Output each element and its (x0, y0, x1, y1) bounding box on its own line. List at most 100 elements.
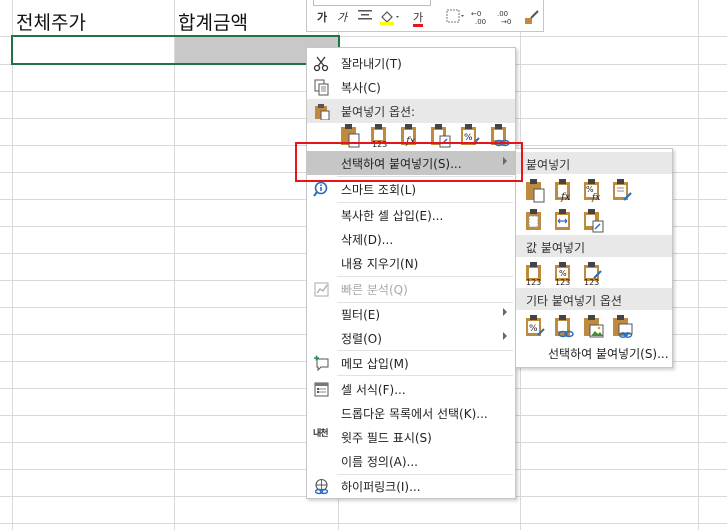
menu-item-label: 이름 정의(A)... (341, 455, 418, 469)
sub-badge-fx: fx (560, 192, 571, 203)
context-menu: 잘라내기(T) 복사(C) 붙여넣기 옵션: 123 fx % 선택하여 붙여넣… (306, 47, 516, 499)
menu-item-label: 빠른 분석(Q) (341, 283, 408, 297)
paste-special-dialog-link[interactable]: 선택하여 붙여넣기(S)... (548, 345, 669, 362)
sub-paste-no-borders-icon[interactable] (524, 209, 546, 233)
sub-paste-values-numformat-icon[interactable]: %123 (553, 262, 575, 286)
menu-item-label: 스마트 조회(L) (341, 183, 417, 197)
sub-badge-123: 123 (555, 278, 570, 286)
menu-item-format-cells[interactable]: 셀 서식(F)... (307, 377, 515, 401)
copy-icon (314, 79, 329, 96)
menu-item-insert-copied-cells[interactable]: 복사한 셀 삽입(E)... (307, 203, 515, 227)
sub-paste-formulas-icon[interactable]: fx (553, 179, 575, 203)
menu-divider (337, 375, 513, 376)
decrease-decimal-button[interactable]: .00 →0 (497, 9, 519, 27)
sub-paste-column-widths-icon[interactable] (553, 209, 575, 233)
menu-item-label: 내용 지우기(N) (341, 257, 419, 271)
menu-item-label: 메모 삽입(M) (341, 357, 409, 371)
gridline (174, 0, 175, 530)
cell-a-header[interactable]: 전체주가 (16, 8, 86, 35)
menu-item-show-phonetic[interactable]: 내천 윗주 필드 표시(S) (307, 425, 515, 449)
sub-paste-transpose-icon[interactable] (582, 209, 604, 233)
cell-b-header[interactable]: 합계금액 (178, 8, 248, 35)
italic-button[interactable]: 가 (335, 9, 349, 27)
format-cells-icon (314, 382, 329, 397)
menu-item-label: 잘라내기(T) (341, 57, 402, 71)
sub-paste-formatting-icon[interactable]: % (524, 315, 546, 339)
quick-analysis-icon (314, 282, 329, 297)
menu-item-insert-comment[interactable]: 메모 삽입(M) (307, 351, 515, 375)
menu-item-hyperlink[interactable]: 하이퍼링크(I)... (307, 474, 515, 498)
menu-item-label: 셀 서식(F)... (341, 383, 406, 397)
submenu-header-label: 기타 붙여넣기 옵션 (526, 294, 622, 308)
menu-item-label: 복사(C) (341, 81, 381, 95)
borders-button[interactable] (445, 9, 465, 27)
sub-paste-link-icon[interactable] (553, 315, 575, 339)
sub-badge-fx: fx (591, 193, 600, 203)
submenu-header-paste-values: 값 붙여넣기 (516, 235, 672, 257)
selected-range[interactable] (11, 35, 340, 65)
paste-icon (315, 104, 330, 120)
svg-text:←0: ←0 (471, 10, 481, 18)
menu-item-label: 드롭다운 목록에서 선택(K)... (341, 407, 488, 421)
menu-item-label: 필터(E) (341, 308, 381, 322)
borders-icon (446, 9, 464, 23)
menu-item-pick-from-dropdown[interactable]: 드롭다운 목록에서 선택(K)... (307, 401, 515, 425)
menu-item-clear-contents[interactable]: 내용 지우기(N) (307, 251, 515, 275)
gridline (0, 523, 727, 524)
menu-item-copy[interactable]: 복사(C) (307, 75, 515, 99)
font-color-label: 가 (412, 12, 424, 27)
smart-lookup-icon (313, 181, 328, 197)
increase-decimal-icon: ←0.00 (471, 10, 486, 26)
bold-button[interactable]: 가 (315, 9, 329, 27)
font-color-button[interactable]: 가 (407, 9, 429, 27)
paste-special-submenu: 붙여넣기 fx % fx 값 붙여넣기 123 % 123 123 기타 붙여넣기 … (515, 148, 673, 368)
increase-decimal-button[interactable]: ←0.00 (471, 9, 493, 27)
sub-paste-linked-picture-icon[interactable] (611, 315, 633, 339)
sub-paste-keep-source-icon[interactable] (611, 179, 633, 203)
align-center-button[interactable] (357, 9, 373, 27)
hyperlink-icon (314, 478, 329, 495)
menu-item-label: 복사한 셀 삽입(E)... (341, 209, 444, 223)
highlight-annotation (295, 142, 523, 182)
sub-paste-icon[interactable] (524, 179, 546, 203)
fill-color-button[interactable] (379, 9, 401, 27)
decrease-decimal-icon: .00→0 (497, 10, 511, 26)
sub-badge-pct: % (559, 269, 567, 278)
font-size-box[interactable] (313, 0, 431, 6)
menu-item-label: 붙여넣기 옵션: (341, 105, 416, 119)
submenu-header-other-paste: 기타 붙여넣기 옵션 (516, 288, 672, 310)
gridline (698, 0, 699, 530)
sub-paste-formulas-numformat-icon[interactable]: %fx (582, 179, 604, 203)
sub-badge-123: 123 (526, 278, 541, 286)
menu-item-sort[interactable]: 정렬(O) (307, 326, 515, 350)
menu-item-label: 하이퍼링크(I)... (341, 480, 421, 494)
submenu-header-label: 붙여넣기 (526, 158, 571, 172)
fill-color-icon (380, 11, 399, 25)
menu-item-define-name[interactable]: 이름 정의(A)... (307, 449, 515, 473)
menu-item-label: 삭제(D)... (341, 233, 394, 247)
svg-text:.00: .00 (475, 18, 486, 25)
align-center-icon (358, 10, 372, 20)
menu-item-label: 정렬(O) (341, 332, 382, 346)
sub-paste-values-source-format-icon[interactable]: 123 (582, 262, 604, 286)
submenu-arrow-icon (503, 332, 507, 340)
submenu-header-label: 값 붙여넣기 (526, 241, 586, 255)
gridline (12, 0, 13, 530)
submenu-header-paste: 붙여넣기 (516, 152, 672, 174)
mini-toolbar: 가 가 가 ←0.00 .00 →0 (306, 0, 544, 32)
format-painter-icon (525, 10, 539, 24)
menu-item-cut[interactable]: 잘라내기(T) (307, 51, 515, 75)
sub-paste-values-icon[interactable]: 123 (524, 262, 546, 286)
menu-item-label: 윗주 필드 표시(S) (341, 431, 432, 445)
sub-badge-pct: % (529, 324, 538, 334)
comment-icon (314, 355, 329, 372)
sub-paste-picture-icon[interactable] (582, 315, 604, 339)
svg-text:.00: .00 (497, 10, 508, 18)
phonetic-icon: 내천 (313, 428, 329, 438)
format-painter-button[interactable] (523, 9, 541, 27)
submenu-arrow-icon (503, 308, 507, 316)
menu-item-delete[interactable]: 삭제(D)... (307, 227, 515, 251)
menu-item-filter[interactable]: 필터(E) (307, 302, 515, 326)
scissors-icon (313, 56, 329, 72)
menu-item-quick-analysis: 빠른 분석(Q) (307, 277, 515, 301)
